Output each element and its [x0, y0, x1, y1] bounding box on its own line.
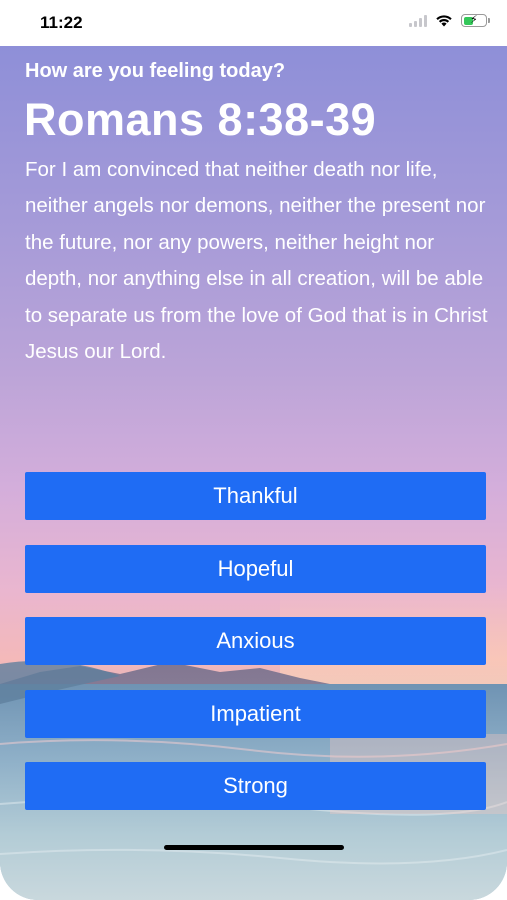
battery-charging-icon: ⚡ — [461, 13, 490, 27]
status-time: 11:22 — [40, 13, 83, 32]
feeling-prompt: How are you feeling today? — [25, 60, 286, 82]
mood-button-strong[interactable]: Strong — [25, 762, 486, 810]
mood-button-hopeful[interactable]: Hopeful — [25, 544, 486, 593]
home-indicator[interactable] — [164, 845, 344, 850]
mood-button-impatient[interactable]: Impatient — [25, 689, 486, 738]
signal-icon — [409, 14, 427, 27]
verse-text: For I am convinced that neither death no… — [25, 158, 488, 364]
wifi-icon — [436, 15, 452, 27]
status-bar: 11:22 ⚡ — [0, 0, 507, 46]
mood-screen: How are you feeling today? Romans 8:38-3… — [0, 44, 507, 900]
app-screen: 11:22 ⚡ How are you feeling today? Roman… — [0, 0, 507, 900]
status-icons: ⚡ — [409, 13, 490, 27]
mood-options: Thankful Hopeful Anxious Impatient Stron… — [25, 472, 486, 835]
mood-button-anxious[interactable]: Anxious — [25, 617, 486, 665]
mood-button-thankful[interactable]: Thankful — [25, 472, 486, 520]
verse-reference: Romans 8:38-39 — [24, 94, 377, 145]
